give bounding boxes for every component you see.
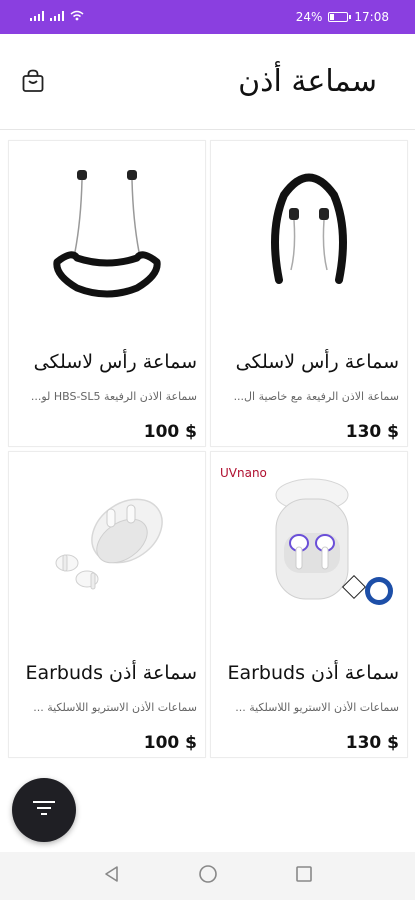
- shopping-bag-icon: [20, 68, 46, 98]
- signal-icon: [30, 10, 44, 24]
- home-button[interactable]: [196, 864, 220, 888]
- recents-icon: [295, 865, 313, 887]
- product-name: سماعة رأس لاسلكى: [235, 351, 399, 373]
- product-card[interactable]: سماعة رأس لاسلكى سماعة الاذن الرفيعة HBS…: [8, 140, 206, 447]
- back-button[interactable]: [100, 864, 124, 888]
- product-card[interactable]: سماعة أذن Earbuds سماعات الأذن الاستريو …: [8, 451, 206, 758]
- battery-level: [330, 14, 335, 20]
- filter-icon: [32, 799, 56, 821]
- product-price: 130 $: [345, 422, 399, 442]
- product-name: سماعة أذن Earbuds: [25, 662, 197, 684]
- system-nav-bar: [0, 852, 415, 900]
- neckband-headphones-icon: [211, 147, 407, 323]
- product-card[interactable]: سماعة رأس لاسلكى سماعة الاذن الرفيعة مع …: [210, 140, 408, 447]
- status-left: [30, 10, 84, 24]
- battery-percent: 24%: [295, 10, 323, 24]
- wifi-icon: [70, 10, 84, 24]
- clock: 17:08: [354, 10, 389, 24]
- product-price: 130 $: [345, 733, 399, 753]
- uvnano-logo: UVnano: [220, 466, 267, 480]
- filter-button[interactable]: [12, 778, 76, 842]
- battery-icon: [328, 12, 352, 22]
- product-description: سماعة الاذن الرفيعة مع خاصية ال...: [233, 390, 399, 403]
- earbuds-white-case-icon: [9, 458, 205, 634]
- recents-button[interactable]: [292, 864, 316, 888]
- product-description: سماعات الأذن الاستريو اللاسلكية ...: [235, 701, 399, 714]
- product-price: 100 $: [143, 733, 197, 753]
- product-grid: سماعة رأس لاسلكى سماعة الاذن الرفيعة HBS…: [8, 140, 408, 758]
- page-title: سماعة أذن: [238, 64, 377, 99]
- signal-icon: [50, 10, 64, 24]
- back-icon: [103, 865, 121, 887]
- product-name: سماعة رأس لاسلكى: [33, 351, 197, 373]
- app-bar: سماعة أذن: [0, 34, 415, 130]
- product-description: سماعة الاذن الرفيعة HBS-SL5 لو...: [30, 390, 197, 403]
- status-bar: 24% 17:08: [0, 0, 415, 34]
- sport-neckband-headphones-icon: [9, 147, 205, 323]
- product-price: 100 $: [143, 422, 197, 442]
- cart-button[interactable]: [18, 68, 48, 98]
- product-name: سماعة أذن Earbuds: [227, 662, 399, 684]
- home-icon: [198, 864, 218, 888]
- status-right: 24% 17:08: [296, 10, 389, 24]
- earbuds-uvnano-case-icon: UVnano: [211, 458, 407, 634]
- product-card[interactable]: UVnano سماعة أذن Earbuds سماعات الأذن ال…: [210, 451, 408, 758]
- product-description: سماعات الأذن الاستريو اللاسلكية ...: [33, 701, 197, 714]
